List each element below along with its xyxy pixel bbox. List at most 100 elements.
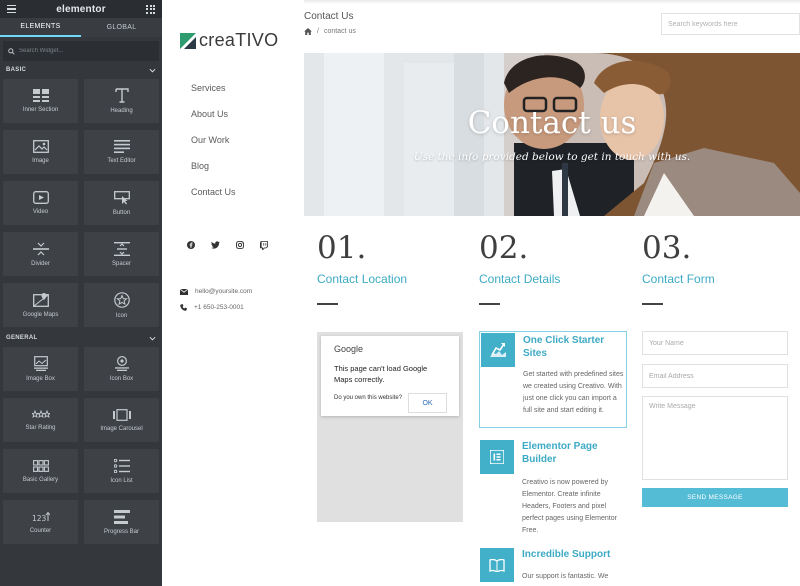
widget-label: Text Editor <box>107 158 136 164</box>
widget-label: Icon Box <box>109 376 134 382</box>
rocket-icon <box>490 343 506 357</box>
facebook-icon[interactable] <box>187 241 195 249</box>
logo-mark-icon <box>180 32 196 49</box>
divider-icon <box>32 242 49 255</box>
divider <box>317 303 338 305</box>
general-widgets: Image Box Icon Box Star Rating Image Car… <box>0 345 162 548</box>
feature-title: Incredible Support <box>522 549 611 560</box>
elementor-icon <box>490 450 504 464</box>
widget-star-rating[interactable]: Star Rating <box>3 398 78 442</box>
feature-text: Creativo is now powered by Elementor. Cr… <box>522 479 617 534</box>
image-box-icon <box>33 356 48 371</box>
counter-icon: 123 <box>32 511 50 523</box>
widget-label: Basic Gallery <box>22 476 59 483</box>
home-icon[interactable] <box>304 28 312 35</box>
nav-item-our-work[interactable]: Our Work <box>191 135 236 146</box>
nav-item-services[interactable]: Services <box>191 83 236 94</box>
message-field[interactable] <box>642 396 788 480</box>
site-logo[interactable]: creaTIVO <box>180 30 278 51</box>
feature-one-click[interactable]: One Click Starter Sites Get started with… <box>479 331 627 428</box>
widget-counter[interactable]: 123 Counter <box>3 500 78 544</box>
widget-label: Spacer <box>111 260 131 267</box>
category-general-label: GENERAL <box>6 335 38 341</box>
widget-text-editor[interactable]: Text Editor <box>84 130 159 174</box>
tab-elements[interactable]: ELEMENTS <box>0 18 81 37</box>
widget-icon[interactable]: Icon <box>84 283 159 327</box>
widget-video[interactable]: Video <box>3 181 78 225</box>
widget-inner-section[interactable]: Inner Section <box>3 79 78 123</box>
contact-phone[interactable]: +1 650-253-0001 <box>180 304 252 311</box>
star-rating-icon <box>31 409 50 418</box>
book-icon <box>489 558 505 572</box>
column-contact-details: 02. Contact Details <box>479 232 629 305</box>
widget-icon-list[interactable]: Icon List <box>84 449 159 493</box>
google-map[interactable]: Google This page can't load Google Maps … <box>317 332 463 522</box>
widget-label: Inner Section <box>22 107 59 113</box>
chevron-down-icon <box>149 68 156 73</box>
site-nav: Services About Us Our Work Blog Contact … <box>191 83 236 198</box>
instagram-icon[interactable] <box>236 241 244 249</box>
column-contact-location: 01. Contact Location <box>317 232 467 305</box>
main-content: Contact Us / contact us Search keywords … <box>304 0 800 586</box>
logo-text: creaTIVO <box>199 30 279 50</box>
widget-label: Image Carousel <box>100 425 143 432</box>
widget-label: Icon List <box>110 477 133 484</box>
inner-section-icon <box>32 89 49 102</box>
email-field[interactable] <box>642 364 788 388</box>
site-sidebar: creaTIVO Services About Us Our Work Blog… <box>162 0 304 586</box>
widget-button[interactable]: Button <box>84 181 159 225</box>
panel-brand: elementor <box>56 3 106 15</box>
twitch-icon[interactable] <box>260 241 268 250</box>
google-maps-icon <box>32 293 49 307</box>
widget-spacer[interactable]: Spacer <box>84 232 159 276</box>
widget-label: Image Box <box>26 376 55 382</box>
feature-icon-box <box>480 548 514 582</box>
column-number: 03. <box>642 230 692 266</box>
hero-banner: Contact us Use the info provided below t… <box>304 53 800 216</box>
search-icon <box>8 47 15 55</box>
widget-divider[interactable]: Divider <box>3 232 78 276</box>
widget-google-maps[interactable]: Google Maps <box>3 283 78 327</box>
widget-image-carousel[interactable]: Image Carousel <box>84 398 159 442</box>
apps-grid-icon[interactable] <box>146 4 155 14</box>
widget-image-box[interactable]: Image Box <box>3 347 78 391</box>
screen: elementor ELEMENTS GLOBAL BASIC Inner Se… <box>0 0 800 586</box>
breadcrumb-current: contact us <box>323 28 356 35</box>
site-search-input[interactable] <box>661 13 800 35</box>
divider <box>479 303 500 305</box>
widget-progress-bar[interactable]: Progress Bar <box>84 500 159 544</box>
widget-icon-box[interactable]: Icon Box <box>84 347 159 391</box>
video-icon <box>32 191 49 204</box>
email-text: hello@yoursite.com <box>195 288 253 295</box>
social-links <box>187 241 268 250</box>
nav-item-blog[interactable]: Blog <box>191 161 236 172</box>
top-shadow <box>304 0 800 4</box>
feature-text: Our support is fantastic. We <box>522 573 609 580</box>
menu-icon[interactable] <box>7 4 16 14</box>
feature-title: One Click Starter Sites <box>523 335 605 359</box>
category-basic-header[interactable]: BASIC <box>0 63 162 77</box>
map-ok-button[interactable]: OK <box>408 393 447 413</box>
panel-header: elementor <box>0 0 162 18</box>
widget-image[interactable]: Image <box>3 130 78 174</box>
widget-label: Button <box>112 209 131 216</box>
widget-label: Image <box>32 158 49 164</box>
name-field[interactable] <box>642 331 788 355</box>
panel-tabs: ELEMENTS GLOBAL <box>0 18 162 37</box>
nav-item-about-us[interactable]: About Us <box>191 109 236 120</box>
twitter-icon[interactable] <box>211 241 220 249</box>
map-brand: Google <box>334 344 364 354</box>
widget-label: Star Rating <box>25 424 56 431</box>
send-message-button[interactable]: SEND MESSAGE <box>642 488 788 507</box>
nav-item-contact-us[interactable]: Contact Us <box>191 187 236 198</box>
widget-search-input[interactable] <box>19 48 149 54</box>
icon-list-icon <box>113 458 130 473</box>
tab-global[interactable]: GLOBAL <box>81 18 162 37</box>
category-general-header[interactable]: GENERAL <box>0 331 162 345</box>
image-carousel-icon <box>112 408 131 421</box>
phone-icon <box>180 304 187 311</box>
contact-email[interactable]: hello@yoursite.com <box>180 288 252 295</box>
breadcrumb-separator: / <box>317 28 319 35</box>
widget-heading[interactable]: Heading <box>84 79 159 123</box>
widget-basic-gallery[interactable]: Basic Gallery <box>3 449 78 493</box>
